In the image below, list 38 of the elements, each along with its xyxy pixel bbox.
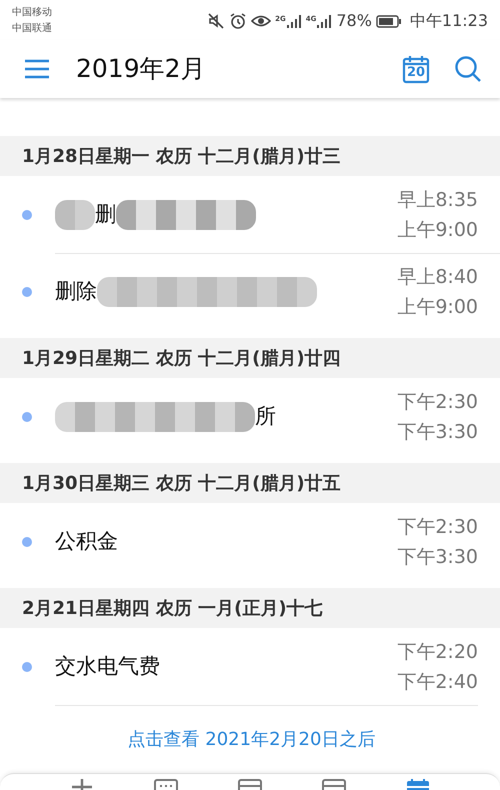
end-time: 下午3:30: [397, 544, 478, 570]
signal-icon: [286, 14, 302, 28]
end-time: 上午9:00: [397, 218, 478, 242]
start-time: 下午2:20: [397, 640, 478, 664]
date-header: 1月30日星期三 农历 十二月(腊月)廿五: [0, 463, 500, 503]
event-title: 交水电气费: [55, 652, 160, 680]
start-time: 早上8:35: [397, 188, 478, 212]
eye-icon: [251, 14, 272, 28]
start-time: 下午2:30: [397, 514, 478, 540]
carrier-name: 中国联通: [12, 22, 52, 36]
mute-icon: [207, 12, 226, 30]
date-header: 2月21日星期四 农历 一月(正月)十七: [0, 588, 500, 628]
alarm-icon: [229, 12, 248, 30]
search-icon[interactable]: [454, 55, 482, 83]
date-header: 1月28日星期一 农历 十二月(腊月)廿三: [0, 136, 500, 176]
carrier-name: 中国移动: [12, 6, 52, 20]
event-row[interactable]: 公积金 下午2:30 下午3:30: [22, 503, 500, 580]
battery-icon: [376, 14, 402, 28]
date-header: 1月29日星期二 农历 十二月(腊月)廿四: [0, 338, 500, 378]
event-title: 删除: [55, 278, 97, 306]
event-title: 删: [95, 200, 116, 228]
signal-icon: [316, 14, 332, 28]
event-title: 公积金: [55, 528, 118, 555]
clock: 中午11:23: [410, 10, 488, 32]
event-row[interactable]: 交水电气费 下午2:20 下午2:40: [22, 628, 500, 705]
app-title: 2019年2月: [76, 53, 206, 86]
end-time: 上午9:00: [397, 295, 478, 320]
end-time: 下午2:40: [397, 670, 478, 694]
more-events-link[interactable]: 点击查看 2021年2月20日之后: [128, 726, 376, 753]
end-time: 下午3:30: [397, 420, 478, 444]
event-row[interactable]: 所 下午2:30 下午3:30: [22, 378, 500, 455]
event-row[interactable]: 删除 早上8:40 上午9:00: [55, 253, 500, 330]
start-time: 早上8:40: [397, 265, 478, 290]
event-title: 所: [255, 402, 276, 430]
event-row[interactable]: 删 早上8:35 上午9:00: [22, 176, 500, 253]
menu-icon[interactable]: [24, 59, 50, 79]
battery-percent: 78%: [336, 10, 372, 32]
start-time: 下午2:30: [397, 390, 478, 414]
